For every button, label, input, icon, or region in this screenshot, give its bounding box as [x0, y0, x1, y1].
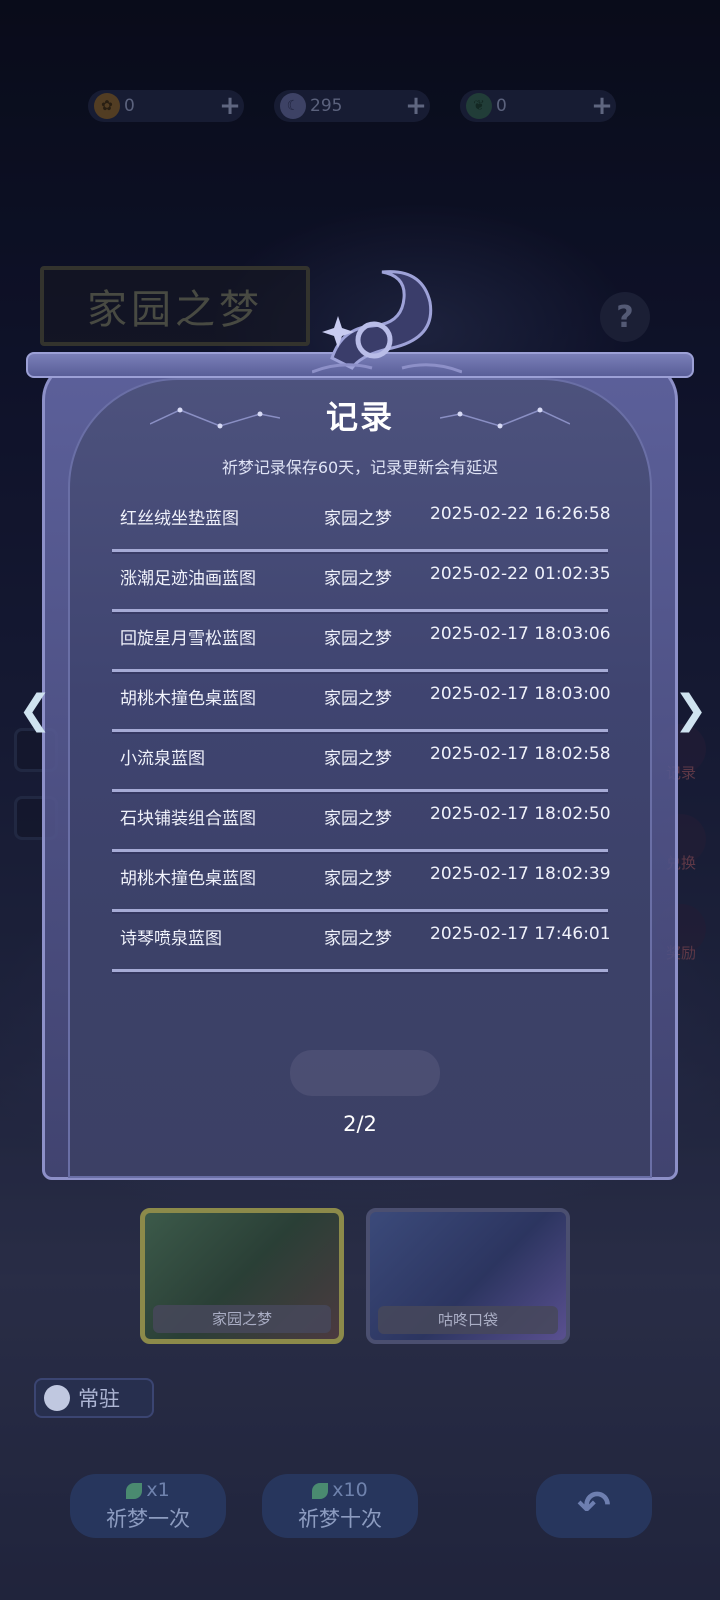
pool-card-home-dream[interactable]: 家园之梦 — [140, 1208, 344, 1344]
record-timestamp: 2025-02-17 17:46:01 — [430, 924, 611, 944]
leaf-icon — [126, 1482, 143, 1499]
record-pool-name: 家园之梦 — [324, 509, 392, 529]
record-row: 红丝绒坐垫蓝图 家园之梦 2025-02-22 16:26:58 — [112, 492, 611, 552]
wish-ten-label: 祈梦十次 — [298, 1507, 382, 1531]
resident-label: 常驻 — [78, 1387, 120, 1411]
record-row: 回旋星月雪松蓝图 家园之梦 2025-02-17 18:03:06 — [112, 612, 611, 672]
wish-once-label: 祈梦一次 — [106, 1507, 190, 1531]
wish-once-cost: x1 — [126, 1479, 170, 1501]
moon-crest-icon — [312, 270, 462, 374]
back-button[interactable]: ↶ — [536, 1474, 652, 1538]
record-row: 诗琴喷泉蓝图 家园之梦 2025-02-17 17:46:01 — [112, 912, 611, 972]
wish-ten-cost: x10 — [312, 1479, 368, 1501]
next-page-button[interactable]: ❯ — [674, 690, 708, 730]
leaf-icon — [312, 1482, 329, 1499]
record-item-name: 胡桃木撞色桌蓝图 — [120, 689, 256, 709]
pool-card-label: 咕咚口袋 — [378, 1306, 558, 1334]
prev-page-button[interactable]: ❮ — [18, 690, 52, 730]
record-list: 红丝绒坐垫蓝图 家园之梦 2025-02-22 16:26:58 涨潮足迹油画蓝… — [112, 492, 611, 972]
record-pool-name: 家园之梦 — [324, 869, 392, 889]
record-item-name: 小流泉蓝图 — [120, 749, 205, 769]
record-timestamp: 2025-02-17 18:03:06 — [430, 624, 611, 644]
record-row: 胡桃木撞色桌蓝图 家园之梦 2025-02-17 18:02:39 — [112, 852, 611, 912]
record-timestamp: 2025-02-22 01:02:35 — [430, 564, 611, 584]
record-row: 小流泉蓝图 家园之梦 2025-02-17 18:02:58 — [112, 732, 611, 792]
record-item-name: 回旋星月雪松蓝图 — [120, 629, 256, 649]
panel-subtitle: 祈梦记录保存60天，记录更新会有延迟 — [221, 458, 499, 477]
record-item-name: 红丝绒坐垫蓝图 — [120, 509, 239, 529]
record-item-name: 石块铺装组合蓝图 — [120, 809, 256, 829]
record-row: 石块铺装组合蓝图 家园之梦 2025-02-17 18:02:50 — [112, 792, 611, 852]
pool-card-label: 家园之梦 — [153, 1305, 331, 1333]
record-timestamp: 2025-02-22 16:26:58 — [430, 504, 611, 524]
scroll-decoration — [290, 1050, 440, 1096]
record-pool-name: 家园之梦 — [324, 749, 392, 769]
wish-once-cost-value: x1 — [146, 1479, 170, 1501]
panel-title: 记录 — [325, 398, 394, 436]
back-arrow-icon: ↶ — [577, 1483, 611, 1529]
record-pool-name: 家园之梦 — [324, 569, 392, 589]
record-pool-name: 家园之梦 — [324, 809, 392, 829]
record-item-name: 诗琴喷泉蓝图 — [120, 929, 222, 949]
wish-ten-button[interactable]: x10 祈梦十次 — [262, 1474, 418, 1538]
record-pool-name: 家园之梦 — [324, 929, 392, 949]
record-pool-name: 家园之梦 — [324, 689, 392, 709]
record-timestamp: 2025-02-17 18:02:39 — [430, 864, 611, 884]
record-timestamp: 2025-02-17 18:02:50 — [430, 804, 611, 824]
record-timestamp: 2025-02-17 18:02:58 — [430, 744, 611, 764]
record-item-name: 涨潮足迹油画蓝图 — [120, 569, 256, 589]
record-item-name: 胡桃木撞色桌蓝图 — [120, 869, 256, 889]
wish-ten-cost-value: x10 — [332, 1479, 368, 1501]
record-row: 涨潮足迹油画蓝图 家园之梦 2025-02-22 01:02:35 — [112, 552, 611, 612]
page-indicator: 2/2 — [343, 1112, 377, 1136]
swirl-icon — [44, 1385, 70, 1411]
record-timestamp: 2025-02-17 18:03:00 — [430, 684, 611, 704]
pool-card-gudong-pocket[interactable]: 咕咚口袋 — [366, 1208, 570, 1344]
record-row: 胡桃木撞色桌蓝图 家园之梦 2025-02-17 18:03:00 — [112, 672, 611, 732]
resident-pool-button[interactable]: 常驻 — [34, 1378, 154, 1418]
record-pool-name: 家园之梦 — [324, 629, 392, 649]
wish-once-button[interactable]: x1 祈梦一次 — [70, 1474, 226, 1538]
